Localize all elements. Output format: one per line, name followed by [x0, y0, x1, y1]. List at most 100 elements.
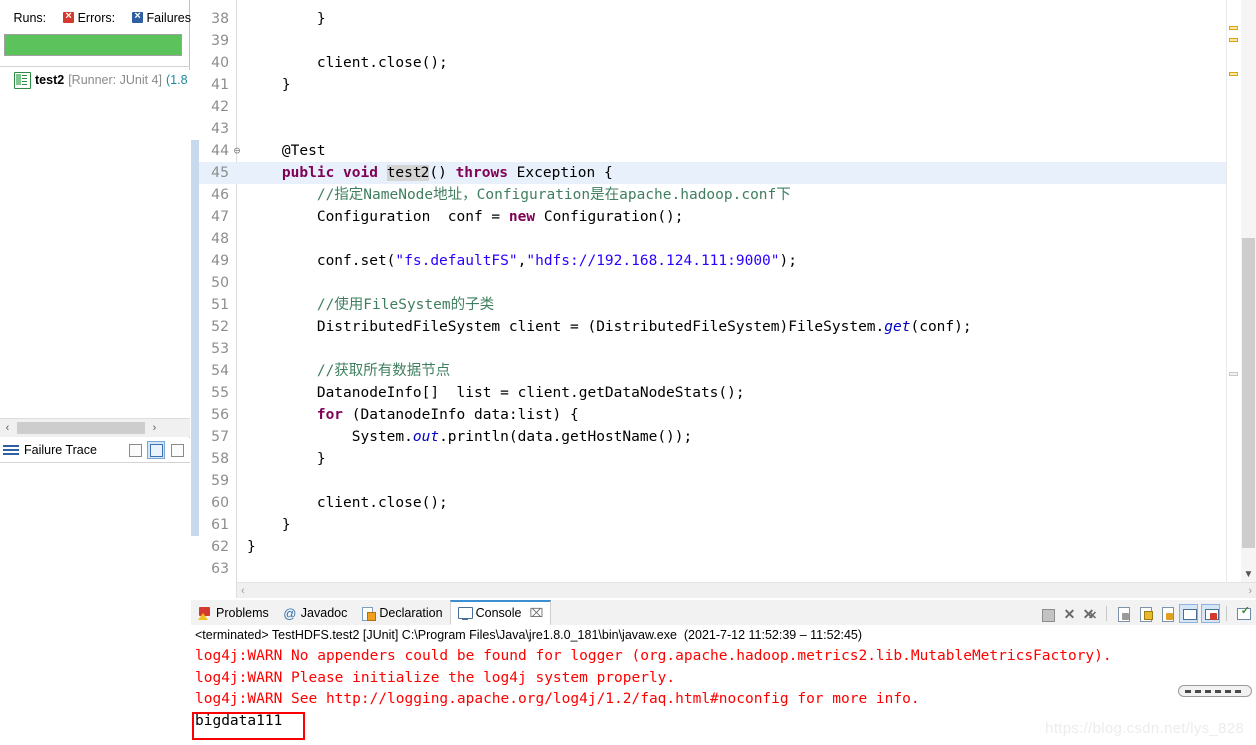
- code-line[interactable]: 56 for (DatanodeInfo data:list) {: [191, 404, 1256, 426]
- code-line[interactable]: 47 Configuration conf = new Configuratio…: [191, 206, 1256, 228]
- junit-tree-row[interactable]: test2 [Runner: JUnit 4] (1.8: [0, 70, 190, 90]
- scrollbar-thumb[interactable]: [17, 422, 145, 434]
- code-line[interactable]: 62}: [191, 536, 1256, 558]
- tab-problems[interactable]: Problems: [191, 601, 276, 625]
- open-console-button[interactable]: ✓: [1233, 604, 1252, 623]
- code-line[interactable]: 60 client.close();: [191, 492, 1256, 514]
- code-text: @Test: [247, 143, 326, 159]
- code-line[interactable]: 46 //指定NameNode地址，Configuration是在apache.…: [191, 184, 1256, 206]
- junit-test-tree[interactable]: test2 [Runner: JUnit 4] (1.8: [0, 70, 190, 420]
- code-text: DatanodeInfo[] list = client.getDataNode…: [247, 385, 745, 401]
- warning-marker[interactable]: [1229, 38, 1238, 42]
- line-number: 52: [211, 319, 229, 335]
- terminate-button[interactable]: [1037, 604, 1056, 623]
- tab-declaration[interactable]: Declaration: [354, 601, 449, 625]
- line-number: 48: [211, 231, 229, 247]
- tab-label: Declaration: [379, 606, 443, 620]
- console-scroll-indicator[interactable]: [1178, 685, 1252, 697]
- code-line[interactable]: 40 client.close();: [191, 52, 1256, 74]
- line-number: 41: [211, 77, 229, 93]
- scroll-right-arrow[interactable]: ›: [147, 422, 162, 434]
- code-line[interactable]: 44 ⊖ @Test: [191, 140, 1256, 162]
- warning-marker[interactable]: [1229, 26, 1238, 30]
- junit-runs-label: Runs:: [13, 11, 47, 25]
- code-text: }: [247, 451, 326, 467]
- editor-horizontal-scrollbar[interactable]: ‹ ›: [237, 582, 1256, 598]
- editor-vertical-scrollbar[interactable]: ▼: [1241, 0, 1256, 583]
- code-line[interactable]: 61 }: [191, 514, 1256, 536]
- tab-label: Console: [475, 606, 522, 620]
- code-line[interactable]: 41 }: [191, 74, 1256, 96]
- eclipse-workbench: Runs: Errors: Failures: test2 [Runner: J…: [0, 0, 1256, 745]
- code-line[interactable]: 49 conf.set("fs.defaultFS","hdfs://192.1…: [191, 250, 1256, 272]
- errors-icon: [63, 9, 75, 23]
- tab-console[interactable]: Console ⌧: [449, 600, 552, 625]
- code-line[interactable]: 59: [191, 470, 1256, 492]
- junit-counter-panel: Runs: Errors: Failures:: [0, 9, 194, 28]
- failure-trace-toolbar: [126, 441, 190, 459]
- line-number: 45: [211, 165, 229, 181]
- code-line[interactable]: 38 }: [191, 8, 1256, 30]
- overview-marker[interactable]: [1229, 372, 1238, 376]
- warning-marker[interactable]: [1229, 72, 1238, 76]
- line-number: 38: [211, 11, 229, 27]
- failure-trace-header: Failure Trace: [0, 438, 190, 462]
- fold-collapse-icon[interactable]: ⊖: [231, 140, 243, 162]
- scroll-right-arrow[interactable]: ›: [1248, 585, 1252, 597]
- code-line[interactable]: 53: [191, 338, 1256, 360]
- tab-javadoc[interactable]: @ Javadoc: [276, 601, 355, 625]
- junit-horizontal-scrollbar[interactable]: ‹ ›: [0, 418, 190, 437]
- scroll-lock-button[interactable]: [1135, 604, 1154, 623]
- code-line[interactable]: 55 DatanodeInfo[] list = client.getDataN…: [191, 382, 1256, 404]
- code-line[interactable]: 57 System.out.println(data.getHostName()…: [191, 426, 1256, 448]
- code-text: conf.set("fs.defaultFS","hdfs://192.168.…: [247, 253, 797, 269]
- code-line[interactable]: 39: [191, 30, 1256, 52]
- remove-launch-button[interactable]: ✕: [1059, 604, 1078, 623]
- clear-console-button[interactable]: [1113, 604, 1132, 623]
- code-line[interactable]: 52 DistributedFileSystem client = (Distr…: [191, 316, 1256, 338]
- code-line[interactable]: 58 }: [191, 448, 1256, 470]
- editor-code-area[interactable]: System.out.println(data.getHostName());3…: [191, 0, 1256, 583]
- word-wrap-button[interactable]: [1157, 604, 1176, 623]
- junit-progress-fill: [5, 35, 181, 55]
- line-number: 57: [211, 429, 229, 445]
- console-line: log4j:WARN See http://logging.apache.org…: [195, 691, 920, 707]
- code-text: client.close();: [247, 495, 448, 511]
- line-number: 47: [211, 209, 229, 225]
- code-line[interactable]: 51 //使用FileSystem的子类: [191, 294, 1256, 316]
- console-toolbar[interactable]: ✕ ✕ ✕ ✓: [1037, 602, 1252, 624]
- scrollbar-thumb[interactable]: [1242, 238, 1255, 548]
- remove-all-terminated-button[interactable]: ✕ ✕: [1081, 604, 1100, 623]
- code-line[interactable]: 63: [191, 558, 1256, 580]
- failure-trace-label: Failure Trace: [24, 443, 97, 457]
- failure-trace-content[interactable]: [0, 463, 190, 745]
- console-output[interactable]: <terminated> TestHDFS.test2 [JUnit] C:\P…: [191, 625, 1256, 745]
- line-number: 53: [211, 341, 229, 357]
- filter-stack-trace-button[interactable]: [147, 441, 165, 459]
- scroll-left-arrow[interactable]: ‹: [0, 422, 15, 434]
- line-number: 54: [211, 363, 229, 379]
- declaration-icon: [361, 606, 377, 621]
- editor-overview-ruler[interactable]: [1226, 0, 1241, 583]
- code-line[interactable]: 48: [191, 228, 1256, 250]
- code-text: }: [247, 517, 291, 533]
- display-selected-console-button[interactable]: [1201, 603, 1220, 623]
- scroll-down-arrow[interactable]: ▼: [1241, 569, 1256, 581]
- code-line[interactable]: 43: [191, 118, 1256, 140]
- scroll-left-arrow[interactable]: ‹: [241, 585, 245, 597]
- code-line[interactable]: 54 //获取所有数据节点: [191, 360, 1256, 382]
- java-editor[interactable]: System.out.println(data.getHostName());3…: [191, 0, 1256, 598]
- tab-label: Javadoc: [300, 606, 348, 620]
- stack-trace-icon: [3, 444, 19, 457]
- toolbar-separator: [1106, 605, 1107, 621]
- divider: [0, 66, 190, 67]
- close-icon[interactable]: ⌧: [529, 606, 543, 620]
- code-text: //指定NameNode地址，Configuration是在apache.had…: [247, 187, 791, 203]
- code-line[interactable]: 45 public void test2() throws Exception …: [191, 162, 1256, 184]
- line-number: 46: [211, 187, 229, 203]
- compare-result-button[interactable]: [126, 441, 144, 459]
- pin-console-button[interactable]: [1179, 603, 1198, 623]
- code-line[interactable]: 50: [191, 272, 1256, 294]
- view-menu-button[interactable]: [168, 441, 186, 459]
- code-line[interactable]: 42: [191, 96, 1256, 118]
